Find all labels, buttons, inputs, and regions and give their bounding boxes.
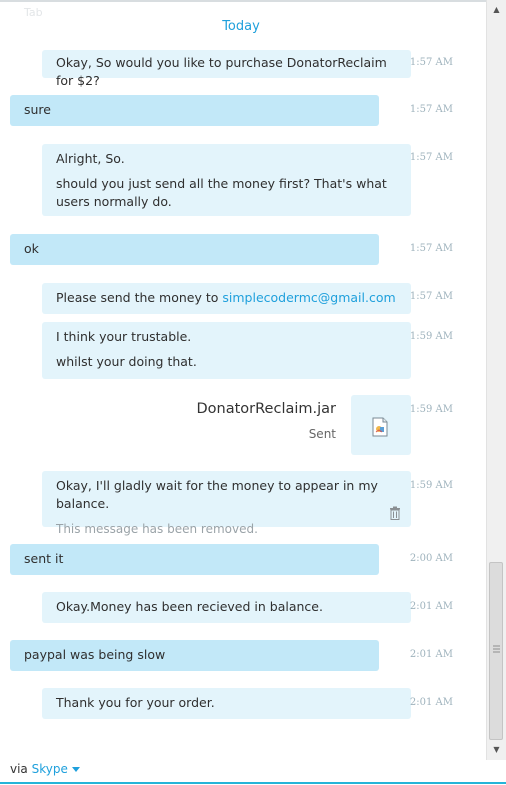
message-bubble-outgoing[interactable]: I think your trustable. whilst your doin… bbox=[42, 322, 411, 379]
service-selector[interactable]: Skype bbox=[32, 762, 68, 776]
day-header: Today bbox=[222, 19, 260, 34]
message-text: Okay.Money has been recieved in balance. bbox=[56, 599, 323, 614]
via-label: via bbox=[10, 762, 32, 776]
grip-icon bbox=[493, 645, 500, 653]
message-bubble-incoming[interactable]: sent it bbox=[10, 544, 379, 575]
faded-header-text: Tab bbox=[24, 6, 43, 19]
message-bubble-outgoing[interactable]: Alright, So. should you just send all th… bbox=[42, 144, 411, 216]
message-timestamp: 1:57 AM bbox=[409, 104, 453, 115]
trash-icon[interactable] bbox=[389, 506, 401, 520]
message-text: sure bbox=[24, 102, 51, 117]
message-text: I think your trustable. bbox=[56, 329, 192, 344]
message-bubble-incoming[interactable]: paypal was being slow bbox=[10, 640, 379, 671]
message-text: Please send the money to simplecodermc@g… bbox=[56, 289, 397, 307]
message-timestamp: 1:57 AM bbox=[409, 152, 453, 163]
message-timestamp: 1:59 AM bbox=[409, 480, 453, 491]
message-text: sent it bbox=[24, 551, 64, 566]
message-timestamp: 2:01 AM bbox=[409, 649, 453, 660]
chat-window: Tab Today Okay, So would you like to pur… bbox=[0, 0, 506, 785]
file-icon bbox=[372, 417, 388, 437]
email-link[interactable]: simplecodermc@gmail.com bbox=[222, 290, 395, 305]
message-bubble-outgoing[interactable]: Thank you for your order. bbox=[42, 688, 411, 719]
message-bubble-outgoing[interactable]: Okay, So would you like to purchase Dona… bbox=[42, 50, 411, 88]
message-bubble-incoming[interactable]: sure bbox=[10, 95, 379, 126]
message-text: ok bbox=[24, 241, 39, 256]
footer-accent-line bbox=[0, 782, 506, 784]
chevron-down-icon[interactable] bbox=[71, 767, 80, 772]
message-text: Okay, So would you like to purchase Dona… bbox=[56, 55, 387, 88]
message-bubble-outgoing[interactable]: Okay.Money has been recieved in balance. bbox=[42, 592, 411, 623]
message-timestamp: 1:59 AM bbox=[409, 331, 453, 342]
vertical-scrollbar[interactable]: ▲ ▼ bbox=[486, 0, 506, 760]
scroll-down-arrow-icon[interactable]: ▼ bbox=[487, 742, 506, 758]
message-timestamp: 2:00 AM bbox=[409, 553, 453, 564]
message-bubble-incoming[interactable]: ok bbox=[10, 234, 379, 265]
conversation-pane[interactable]: Tab Today Okay, So would you like to pur… bbox=[0, 0, 486, 760]
message-text-prefix: Please send the money to bbox=[56, 290, 223, 305]
message-text: Okay, I'll gladly wait for the money to … bbox=[56, 478, 378, 511]
message-bubble-outgoing[interactable]: Please send the money to simplecodermc@g… bbox=[42, 283, 411, 314]
message-timestamp: 1:57 AM bbox=[409, 243, 453, 254]
file-transfer-status: Sent bbox=[308, 427, 336, 441]
message-text: should you just send all the money first… bbox=[56, 176, 387, 209]
chat-footer: via Skype bbox=[10, 762, 80, 776]
message-text: whilst your doing that. bbox=[56, 354, 197, 369]
message-removed-note: This message has been removed. bbox=[56, 522, 258, 536]
message-text: Thank you for your order. bbox=[56, 695, 215, 710]
file-name[interactable]: DonatorReclaim.jar bbox=[116, 401, 337, 417]
message-timestamp: 2:01 AM bbox=[409, 601, 453, 612]
message-text: Alright, So. bbox=[56, 151, 125, 166]
message-text: paypal was being slow bbox=[24, 647, 166, 662]
message-timestamp: 1:57 AM bbox=[409, 57, 453, 68]
message-timestamp: 1:59 AM bbox=[409, 404, 453, 415]
message-bubble-outgoing[interactable]: Okay, I'll gladly wait for the money to … bbox=[42, 471, 411, 536]
message-timestamp: 1:57 AM bbox=[409, 291, 453, 302]
message-timestamp: 2:01 AM bbox=[409, 697, 453, 708]
scrollbar-thumb[interactable] bbox=[489, 562, 503, 740]
scroll-up-arrow-icon[interactable]: ▲ bbox=[487, 2, 506, 18]
